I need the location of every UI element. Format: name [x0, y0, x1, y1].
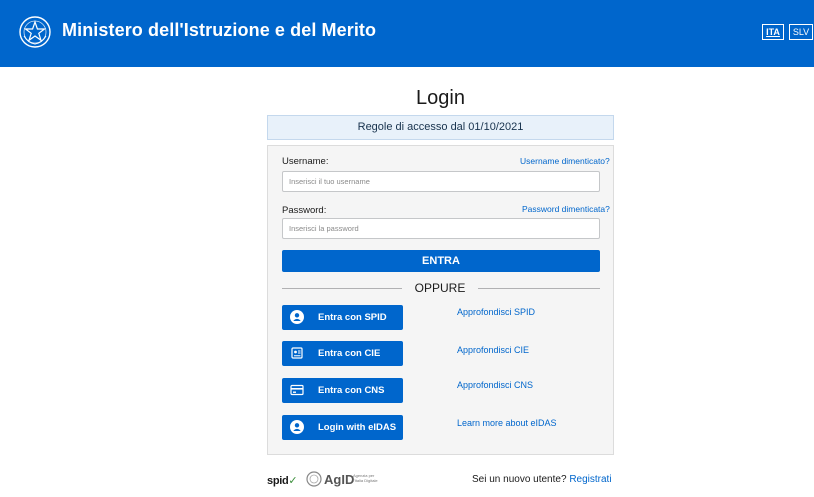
cie-button-label: Entra con CIE	[318, 348, 381, 359]
spid-check-icon: ✓	[288, 475, 298, 487]
user-circle-icon	[290, 420, 304, 434]
divider-right	[478, 288, 600, 289]
cns-login-button[interactable]: Entra con CNS	[282, 378, 403, 403]
eidas-login-button[interactable]: Login with eIDAS	[282, 415, 403, 440]
agid-emblem-icon	[306, 471, 322, 487]
cie-info-link[interactable]: Approfondisci CIE	[457, 345, 529, 355]
agid-logo: AgID	[324, 472, 355, 487]
password-input[interactable]: Inserisci la password	[282, 218, 600, 239]
password-forgot-link[interactable]: Password dimenticata?	[522, 204, 610, 214]
new-user-prompt: Sei un nuovo utente? Registrati	[472, 474, 612, 485]
cns-info-link[interactable]: Approfondisci CNS	[457, 380, 533, 390]
italian-republic-emblem-icon	[19, 16, 51, 48]
spid-button-label: Entra con SPID	[318, 312, 387, 323]
spid-logo: spid✓	[267, 474, 298, 487]
header-bar: Ministero dell'Istruzione e del Merito I…	[0, 0, 814, 67]
register-link[interactable]: Registrati	[569, 474, 611, 485]
access-rules-link[interactable]: Regole di accesso dal 01/10/2021	[267, 115, 614, 140]
new-user-text: Sei un nuovo utente?	[472, 474, 567, 485]
password-label: Password:	[282, 205, 327, 216]
cns-button-label: Entra con CNS	[318, 385, 385, 396]
site-title[interactable]: Ministero dell'Istruzione e del Merito	[62, 20, 376, 41]
smart-card-icon	[290, 384, 304, 396]
eidas-button-label: Login with eIDAS	[318, 422, 397, 433]
username-input[interactable]: Inserisci il tuo username	[282, 171, 600, 192]
spid-login-button[interactable]: Entra con SPID	[282, 305, 403, 330]
language-ita-button[interactable]: ITA	[762, 24, 784, 40]
language-slv-button[interactable]: SLV	[789, 24, 813, 40]
username-forgot-link[interactable]: Username dimenticato?	[520, 156, 610, 166]
spid-info-link[interactable]: Approfondisci SPID	[457, 307, 535, 317]
agid-logo-subtitle: Agenzia per l'Italia Digitale	[353, 473, 378, 483]
divider-left	[282, 288, 402, 289]
username-label: Username:	[282, 156, 329, 167]
cie-login-button[interactable]: Entra con CIE	[282, 341, 403, 366]
oppure-separator-label: OPPURE	[405, 281, 475, 295]
login-submit-button[interactable]: ENTRA	[282, 250, 600, 272]
eidas-info-link[interactable]: Learn more about eIDAS	[457, 418, 557, 428]
page-title: Login	[416, 87, 465, 109]
spid-logo-text: spid	[267, 475, 289, 487]
user-circle-icon	[290, 310, 304, 324]
id-card-icon	[291, 347, 303, 359]
